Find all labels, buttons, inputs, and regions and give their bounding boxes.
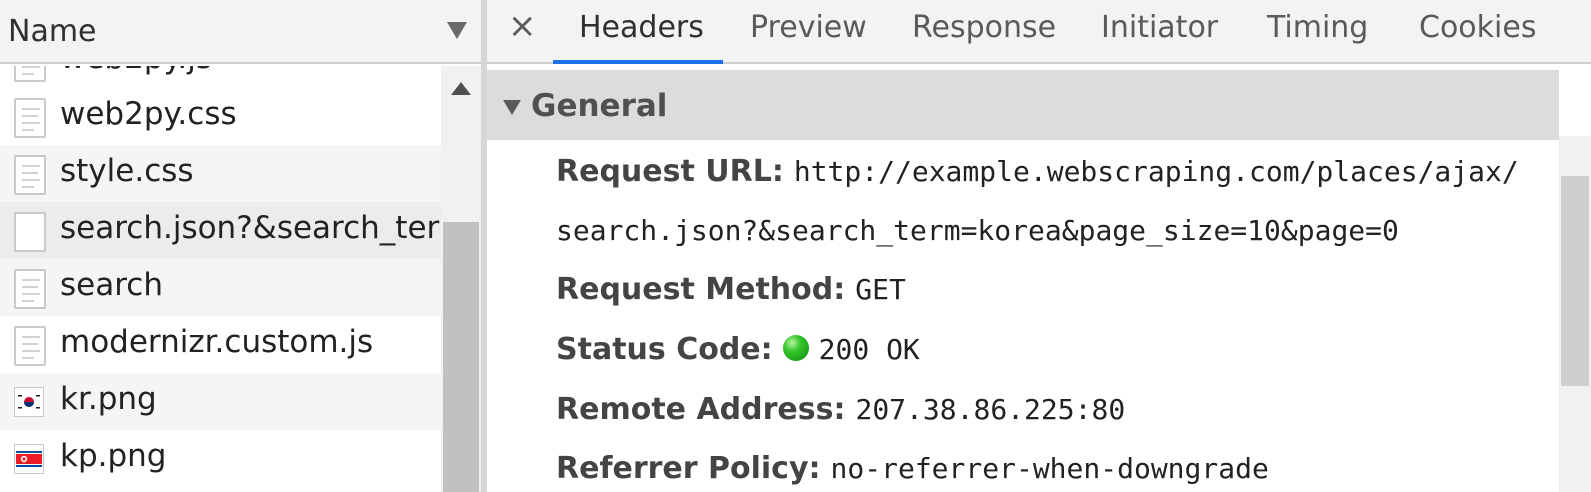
tab-headers[interactable]: Headers: [579, 10, 704, 45]
active-tab-indicator: [553, 60, 723, 64]
details-tab-bar: × Headers Preview Response Initiator Tim…: [487, 0, 1591, 64]
sort-down-icon[interactable]: [447, 22, 467, 39]
document-file-icon: [14, 326, 46, 366]
general-section-header[interactable]: General: [487, 70, 1559, 140]
scrollbar-thumb[interactable]: [1561, 176, 1589, 386]
file-name: kp.png: [60, 438, 167, 474]
list-item[interactable]: modernizr.custom.js: [0, 316, 441, 373]
list-item[interactable]: web2py.js: [0, 66, 441, 89]
status-code-value: 200 OK: [818, 333, 920, 366]
remote-address-label: Remote Address:: [556, 392, 846, 427]
document-file-icon: [14, 98, 46, 138]
request-method-value: GET: [855, 273, 906, 306]
details-scrollbar[interactable]: [1559, 136, 1591, 492]
network-request-list: Name web2py.js web2py.css: [0, 0, 481, 492]
request-url-value-continued: search.json?&search_term=korea&page_size…: [556, 214, 1399, 247]
list-item[interactable]: kr.png: [0, 373, 441, 430]
file-name: search.json?&search_term.: [60, 210, 441, 246]
kr-flag-icon: [14, 387, 44, 417]
blank-file-icon: [14, 212, 46, 252]
tab-cookies[interactable]: Cookies: [1419, 10, 1536, 45]
tab-initiator[interactable]: Initiator: [1101, 10, 1218, 45]
list-item[interactable]: kp.png: [0, 430, 441, 487]
document-file-icon: [14, 269, 46, 309]
status-ok-icon: [782, 335, 809, 361]
request-url-row: Request URL: http://example.webscraping.c…: [556, 154, 1519, 189]
file-name: web2py.js: [60, 66, 212, 76]
file-name: web2py.css: [60, 96, 237, 132]
referrer-policy-label: Referrer Policy:: [556, 451, 821, 486]
name-column-label: Name: [8, 14, 97, 49]
tab-timing[interactable]: Timing: [1267, 10, 1368, 45]
file-list: web2py.js web2py.css style.css: [0, 66, 441, 492]
document-file-icon: [14, 155, 46, 195]
name-column-header[interactable]: Name: [0, 0, 481, 64]
list-item-selected[interactable]: search.json?&search_term.: [0, 202, 441, 259]
collapse-triangle-icon[interactable]: [503, 100, 521, 115]
request-method-row: Request Method: GET: [556, 272, 906, 307]
referrer-policy-value: no-referrer-when-downgrade: [830, 452, 1269, 485]
document-file-icon: [14, 66, 46, 82]
kp-flag-icon: [14, 444, 44, 474]
request-url-label: Request URL:: [556, 154, 784, 189]
file-name: kr.png: [60, 381, 157, 417]
remote-address-row: Remote Address: 207.38.86.225:80: [556, 392, 1125, 427]
referrer-policy-row: Referrer Policy: no-referrer-when-downgra…: [556, 451, 1269, 486]
list-scrollbar[interactable]: [441, 66, 481, 492]
list-item[interactable]: search: [0, 259, 441, 316]
status-code-label: Status Code:: [556, 332, 773, 367]
scroll-up-arrow-icon[interactable]: [451, 82, 471, 95]
request-method-label: Request Method:: [556, 272, 846, 307]
tab-preview[interactable]: Preview: [750, 10, 867, 45]
remote-address-value: 207.38.86.225:80: [855, 393, 1126, 426]
tab-response[interactable]: Response: [912, 10, 1056, 45]
scrollbar-thumb[interactable]: [443, 222, 479, 492]
list-item[interactable]: web2py.css: [0, 88, 441, 145]
request-details-panel: × Headers Preview Response Initiator Tim…: [487, 0, 1591, 492]
file-name: modernizr.custom.js: [60, 324, 374, 360]
general-section-title: General: [531, 88, 668, 124]
list-item[interactable]: style.css: [0, 145, 441, 202]
file-name: style.css: [60, 153, 194, 189]
file-name: search: [60, 267, 163, 303]
headers-content: General Request URL: http://example.websc…: [487, 66, 1591, 492]
close-icon[interactable]: ×: [508, 6, 537, 46]
status-code-row: Status Code: 200 OK: [556, 332, 920, 367]
request-url-value: http://example.webscraping.com/places/aj…: [793, 155, 1519, 188]
